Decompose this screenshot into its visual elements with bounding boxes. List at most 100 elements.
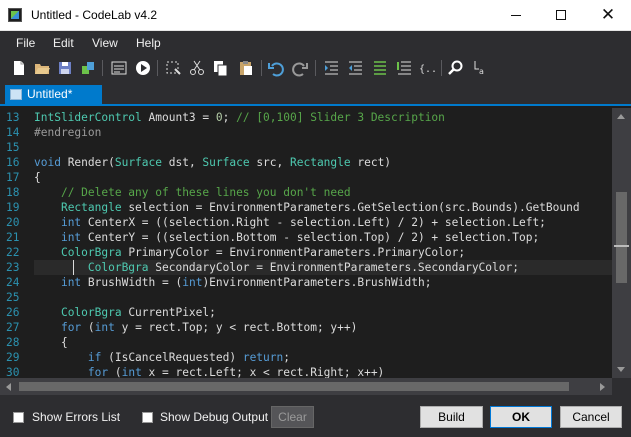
close-icon: ✕ [600,5,616,24]
comment-icon[interactable] [370,58,390,78]
menu-edit[interactable]: Edit [53,36,74,50]
code-line[interactable] [34,140,612,155]
close-button[interactable]: ✕ [585,0,631,31]
copy-icon[interactable] [210,58,230,78]
maximize-button[interactable] [539,0,585,31]
tab-untitled[interactable]: Untitled* [5,85,102,104]
code-line[interactable]: { [34,170,612,185]
text-caret [73,260,74,275]
minimize-icon [511,15,521,16]
ok-button[interactable]: OK [490,406,552,428]
toolbar-separator [315,60,316,76]
code-line[interactable]: // Delete any of these lines you don't n… [34,185,612,200]
line-number: 14 [6,126,20,139]
menu-help[interactable]: Help [136,36,161,50]
scroll-position-marker [614,245,629,247]
code-line[interactable]: int CenterX = ((selection.Right - select… [34,215,612,230]
run-icon[interactable] [133,58,153,78]
show-debug-checkbox[interactable] [142,412,153,423]
code-line[interactable]: #endregion [34,125,612,140]
code-token: )EnvironmentParameters.BrushWidth; [202,276,432,289]
code-token: SecondaryColor = EnvironmentParameters.S… [148,261,519,274]
code-token: CenterY = ((selection.Bottom - selection… [81,231,540,244]
maximize-icon [556,10,566,20]
code-token: return [242,351,284,364]
code-token: Render( [60,156,115,169]
code-area[interactable]: IntSliderControl Amount3 = 0; // [0,100]… [34,108,612,378]
toolbar-separator [157,60,158,76]
code-token: for [60,321,82,334]
code-token: { [34,336,68,349]
new-file-icon[interactable] [9,58,29,78]
save-dll-icon[interactable] [78,58,98,78]
scroll-left-icon[interactable] [6,383,11,391]
scroll-up-icon[interactable] [617,114,625,119]
code-line[interactable] [34,290,612,305]
code-token: Rectangle [60,201,122,214]
code-token: int [60,276,82,289]
paste-icon[interactable] [236,58,256,78]
minimize-button[interactable] [493,0,539,31]
code-line[interactable]: for (int x = rect.Left; x < rect.Right; … [34,365,612,378]
show-debug-label[interactable]: Show Debug Output [160,410,268,424]
code-line[interactable]: ColorBgra PrimaryColor = EnvironmentPara… [34,245,612,260]
code-line[interactable]: ColorBgra CurrentPixel; [34,305,612,320]
clear-button[interactable]: Clear [271,406,314,428]
undo-icon[interactable] [266,58,286,78]
code-line[interactable]: for (int y = rect.Top; y < rect.Bottom; … [34,320,612,335]
build-button[interactable]: Build [420,406,483,428]
app-icon [8,8,22,22]
select-region-icon[interactable] [163,58,183,78]
redo-icon[interactable] [290,58,310,78]
code-token: for [87,366,109,378]
code-line[interactable]: int BrushWidth = (int)EnvironmentParamet… [34,275,612,290]
vertical-scrollbar[interactable] [612,108,631,378]
line-number-gutter: 13 14 15 16 17 18 19 20 21 22 23 24 25 26 27 28 29 30 [0,108,34,378]
menu-view[interactable]: View [92,36,118,50]
menu-bar: File Edit View Help [0,31,631,55]
horizontal-scrollbar[interactable] [0,378,612,395]
code-token: ColorBgra [60,246,122,259]
scrollbar-corner [612,378,631,395]
code-token: src, [249,156,290,169]
scroll-right-icon[interactable] [600,383,605,391]
bottom-bar: Show Errors List Show Debug Output Clear… [0,395,631,437]
line-number: 29 [6,351,20,364]
code-line[interactable]: IntSliderControl Amount3 = 0; // [0,100]… [34,110,612,125]
toolbar-separator [102,60,103,76]
find-icon[interactable] [446,58,466,78]
cancel-button[interactable]: Cancel [560,406,622,428]
scroll-down-icon[interactable] [617,367,625,372]
code-line[interactable]: void Render(Surface dst, Surface src, Re… [34,155,612,170]
show-errors-label[interactable]: Show Errors List [32,410,120,424]
uncomment-icon[interactable] [394,58,414,78]
settings-icon[interactable] [109,58,129,78]
line-number: 16 [6,156,20,169]
show-errors-checkbox[interactable] [13,412,24,423]
code-token: CurrentPixel; [121,306,216,319]
save-icon[interactable] [55,58,75,78]
line-number: 13 [6,111,20,124]
svg-text:{..: {.. [419,64,437,75]
open-folder-icon[interactable] [32,58,52,78]
code-token: ; [283,351,290,364]
indent-icon[interactable] [321,58,341,78]
cut-icon[interactable] [187,58,207,78]
menu-file[interactable]: File [16,36,35,50]
code-line[interactable]: ColorBgra SecondaryColor = EnvironmentPa… [34,260,612,275]
code-line[interactable]: int CenterY = ((selection.Bottom - selec… [34,230,612,245]
vertical-scroll-thumb[interactable] [616,192,627,283]
code-line[interactable]: { [34,335,612,350]
line-number: 17 [6,171,20,184]
code-line[interactable]: if (IsCancelRequested) return; [34,350,612,365]
outdent-icon[interactable] [345,58,365,78]
horizontal-scroll-thumb[interactable] [19,382,569,391]
replace-icon[interactable]: a [470,58,490,78]
code-editor[interactable]: 13 14 15 16 17 18 19 20 21 22 23 24 25 26 27 28 29 30 Int… [0,108,631,378]
snippet-icon[interactable]: {.. [417,58,437,78]
code-line[interactable]: Rectangle selection = EnvironmentParamet… [34,200,612,215]
